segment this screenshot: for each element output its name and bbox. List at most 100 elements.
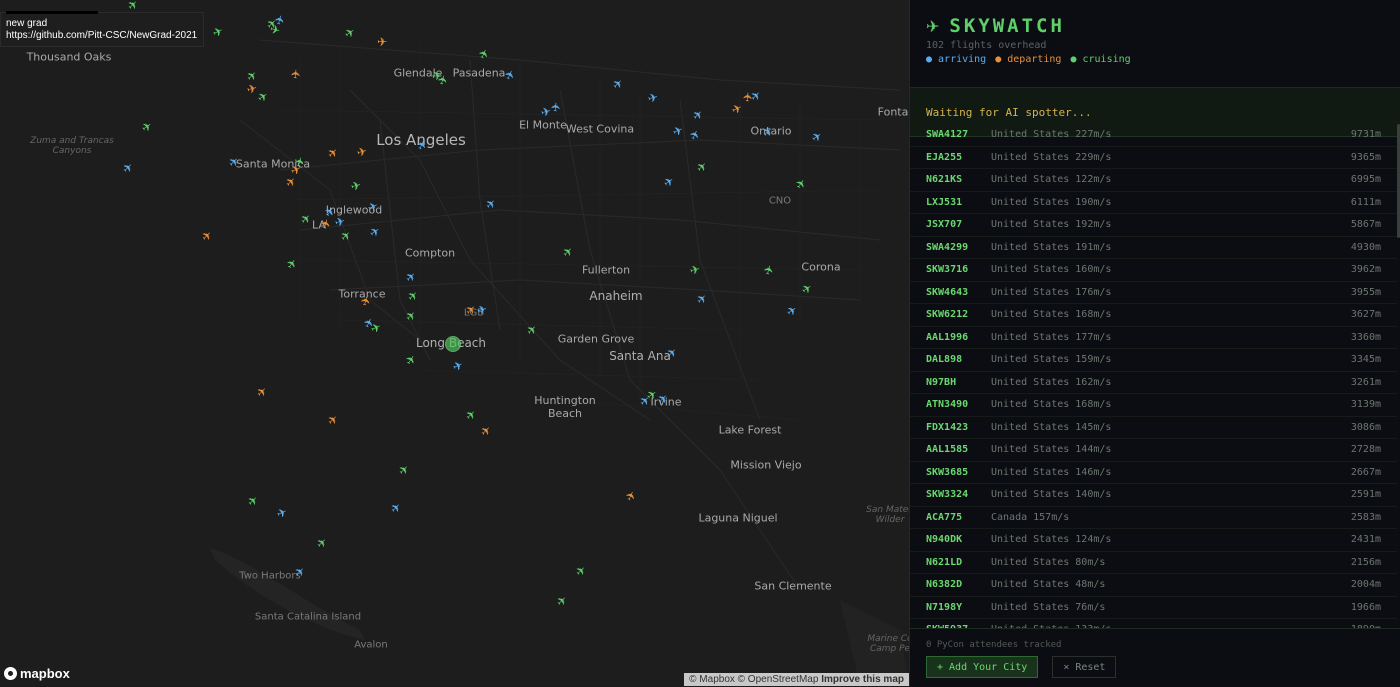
mapbox-icon	[4, 667, 17, 680]
flight-callsign: AAL1996	[926, 331, 969, 343]
flight-callsign: SKW3685	[926, 466, 969, 478]
flight-row[interactable]: N97BH United States 162m/s 3261m	[910, 372, 1397, 394]
map-place-label: Mission Viejo	[730, 458, 802, 472]
flight-map[interactable]: Thousand Oaks Zuma and Trancas Canyons Gle…	[0, 0, 909, 686]
flight-callsign: FDX1423	[926, 421, 969, 433]
flight-row[interactable]: DAL898 United States 159m/s 3345m	[910, 349, 1397, 372]
attribution-text[interactable]: © Mapbox © OpenStreetMap	[689, 674, 818, 685]
flight-row[interactable]: SKW6212 United States 168m/s 3627m	[910, 304, 1397, 327]
map-place-label: Huntington Beach	[534, 394, 596, 420]
map-place-label: Lake Forest	[718, 423, 782, 437]
flight-info: United States 168m/s	[991, 309, 1112, 321]
flight-altitude: 1966m	[1350, 601, 1381, 613]
flight-row[interactable]: N940DK United States 124m/s 2431m	[910, 529, 1397, 552]
flight-row[interactable]: N7198Y United States 76m/s 1966m	[910, 597, 1397, 619]
map-place-label: El Monte	[519, 118, 567, 132]
flight-info: United States 192m/s	[991, 219, 1112, 231]
skywatch-panel: ✈ SKYWATCH 102 flights overhead ● arrivi…	[909, 0, 1400, 687]
flight-list[interactable]: SWA4127 United States 227m/s 9731m EJA255 Un…	[910, 124, 1397, 629]
flight-altitude: 3261m	[1350, 376, 1381, 388]
flight-row[interactable]: N6382D United States 48m/s 2004m	[910, 574, 1397, 597]
flight-altitude: 3962m	[1350, 264, 1381, 276]
flight-row[interactable]: AAL1996 United States 177m/s 3360m	[910, 327, 1397, 349]
flight-row[interactable]: EJA255 United States 229m/s 9365m	[910, 147, 1397, 169]
flight-row[interactable]: SKW3685 United States 146m/s 2667m	[910, 462, 1397, 484]
flight-info: United States 48m/s	[991, 579, 1106, 591]
flight-altitude: 3627m	[1350, 309, 1381, 321]
flight-row[interactable]: ACA775 Canada 157m/s 2583m	[910, 507, 1397, 529]
plane-icon: ✈	[926, 16, 940, 36]
flight-callsign: EJA255	[926, 151, 963, 163]
flight-info: United States 159m/s	[991, 354, 1112, 366]
map-place-label: West Covina	[565, 122, 635, 136]
panel-footer: 0 PyCon attendees tracked + Add Your Cit…	[910, 628, 1400, 687]
flight-info: United States 168m/s	[991, 399, 1112, 411]
flight-row[interactable]: SWA4299 United States 191m/s 4930m	[910, 237, 1397, 259]
flight-info: United States 191m/s	[991, 241, 1112, 253]
flight-info: United States 144m/s	[991, 444, 1112, 456]
flight-callsign: N621KS	[926, 174, 963, 186]
tooltip-title: new grad	[6, 18, 48, 29]
legend-cruising: ● cruising	[1070, 54, 1131, 65]
map-place-label: Santa Catalina Island	[254, 611, 362, 623]
flight-callsign: SWA4127	[926, 129, 969, 141]
legend-arriving: ● arriving	[926, 54, 987, 65]
flight-info: United States 177m/s	[991, 331, 1112, 343]
flight-info: United States 140m/s	[991, 489, 1112, 501]
flight-info: United States 145m/s	[991, 421, 1112, 433]
flight-row[interactable]: ATN3490 United States 168m/s 3139m	[910, 394, 1397, 417]
flight-altitude: 2156m	[1350, 556, 1381, 568]
flight-row[interactable]: SKW3716 United States 160m/s 3962m	[910, 259, 1397, 282]
flight-row[interactable]: SKW4643 United States 176m/s 3955m	[910, 282, 1397, 304]
map-place-label: Zuma and Trancas Canyons	[30, 136, 114, 156]
aircraft-icon[interactable]: ✈	[377, 36, 387, 48]
flight-count: 102 flights overhead	[926, 40, 1047, 51]
flight-row[interactable]: N621LD United States 80m/s 2156m	[910, 552, 1397, 574]
flight-callsign: SKW3324	[926, 489, 969, 501]
flight-callsign: LXJ531	[926, 196, 963, 208]
aircraft-icon[interactable]: ✈	[289, 68, 304, 79]
flight-info: United States 80m/s	[991, 556, 1106, 568]
mapbox-logo[interactable]: mapbox	[4, 666, 70, 681]
flight-info: United States 176m/s	[991, 286, 1112, 298]
legend-departing: ● departing	[995, 54, 1062, 65]
flight-callsign: AAL1585	[926, 444, 969, 456]
flight-info: United States 76m/s	[991, 601, 1106, 613]
flight-altitude: 3086m	[1350, 421, 1381, 433]
flight-callsign: N940DK	[926, 534, 963, 546]
app-title: ✈ SKYWATCH	[926, 15, 1385, 37]
flight-row[interactable]: JSX707 United States 192m/s 5867m	[910, 214, 1397, 237]
add-city-button[interactable]: + Add Your City	[926, 656, 1039, 678]
flight-callsign: DAL898	[926, 354, 963, 366]
origin-marker[interactable]	[445, 336, 461, 352]
flight-info: Canada 157m/s	[991, 511, 1070, 523]
flight-callsign: SWA4299	[926, 241, 969, 253]
flight-row[interactable]: SWA4127 United States 227m/s 9731m	[910, 124, 1397, 147]
panel-header: ✈ SKYWATCH 102 flights overhead ● arrivi…	[910, 15, 1400, 88]
flight-info: United States 190m/s	[991, 196, 1112, 208]
flight-row[interactable]: FDX1423 United States 145m/s 3086m	[910, 417, 1397, 439]
flight-callsign: SKW4643	[926, 286, 969, 298]
flight-row[interactable]: AAL1585 United States 144m/s 2728m	[910, 439, 1397, 462]
flight-row[interactable]: SKW3324 United States 140m/s 2591m	[910, 484, 1397, 507]
flight-info: United States 162m/s	[991, 376, 1112, 388]
flight-altitude: 2728m	[1350, 444, 1381, 456]
flight-altitude: 2004m	[1350, 579, 1381, 591]
aircraft-icon[interactable]: ✈	[549, 101, 564, 112]
flight-row[interactable]: LXJ531 United States 190m/s 6111m	[910, 192, 1397, 214]
flight-callsign: JSX707	[926, 219, 963, 231]
flight-callsign: SKW6212	[926, 309, 969, 321]
map-place-label: Fonta	[877, 105, 909, 119]
map-place-label: San Mateo Wilder	[866, 505, 909, 525]
flight-callsign: ATN3490	[926, 399, 969, 411]
app-title-text: SKYWATCH	[949, 15, 1065, 37]
attendees-count: 0 PyCon attendees tracked	[926, 640, 1062, 650]
improve-map-link[interactable]: Improve this map	[821, 674, 904, 685]
flight-info: United States 229m/s	[991, 151, 1112, 163]
map-place-label: Garden Grove	[557, 332, 635, 346]
flight-row[interactable]: N621KS United States 122m/s 6995m	[910, 169, 1397, 192]
flight-altitude: 6995m	[1350, 174, 1381, 186]
flight-altitude: 3139m	[1350, 399, 1381, 411]
reset-button[interactable]: × Reset	[1052, 656, 1117, 678]
map-place-label: Thousand Oaks	[26, 50, 112, 64]
